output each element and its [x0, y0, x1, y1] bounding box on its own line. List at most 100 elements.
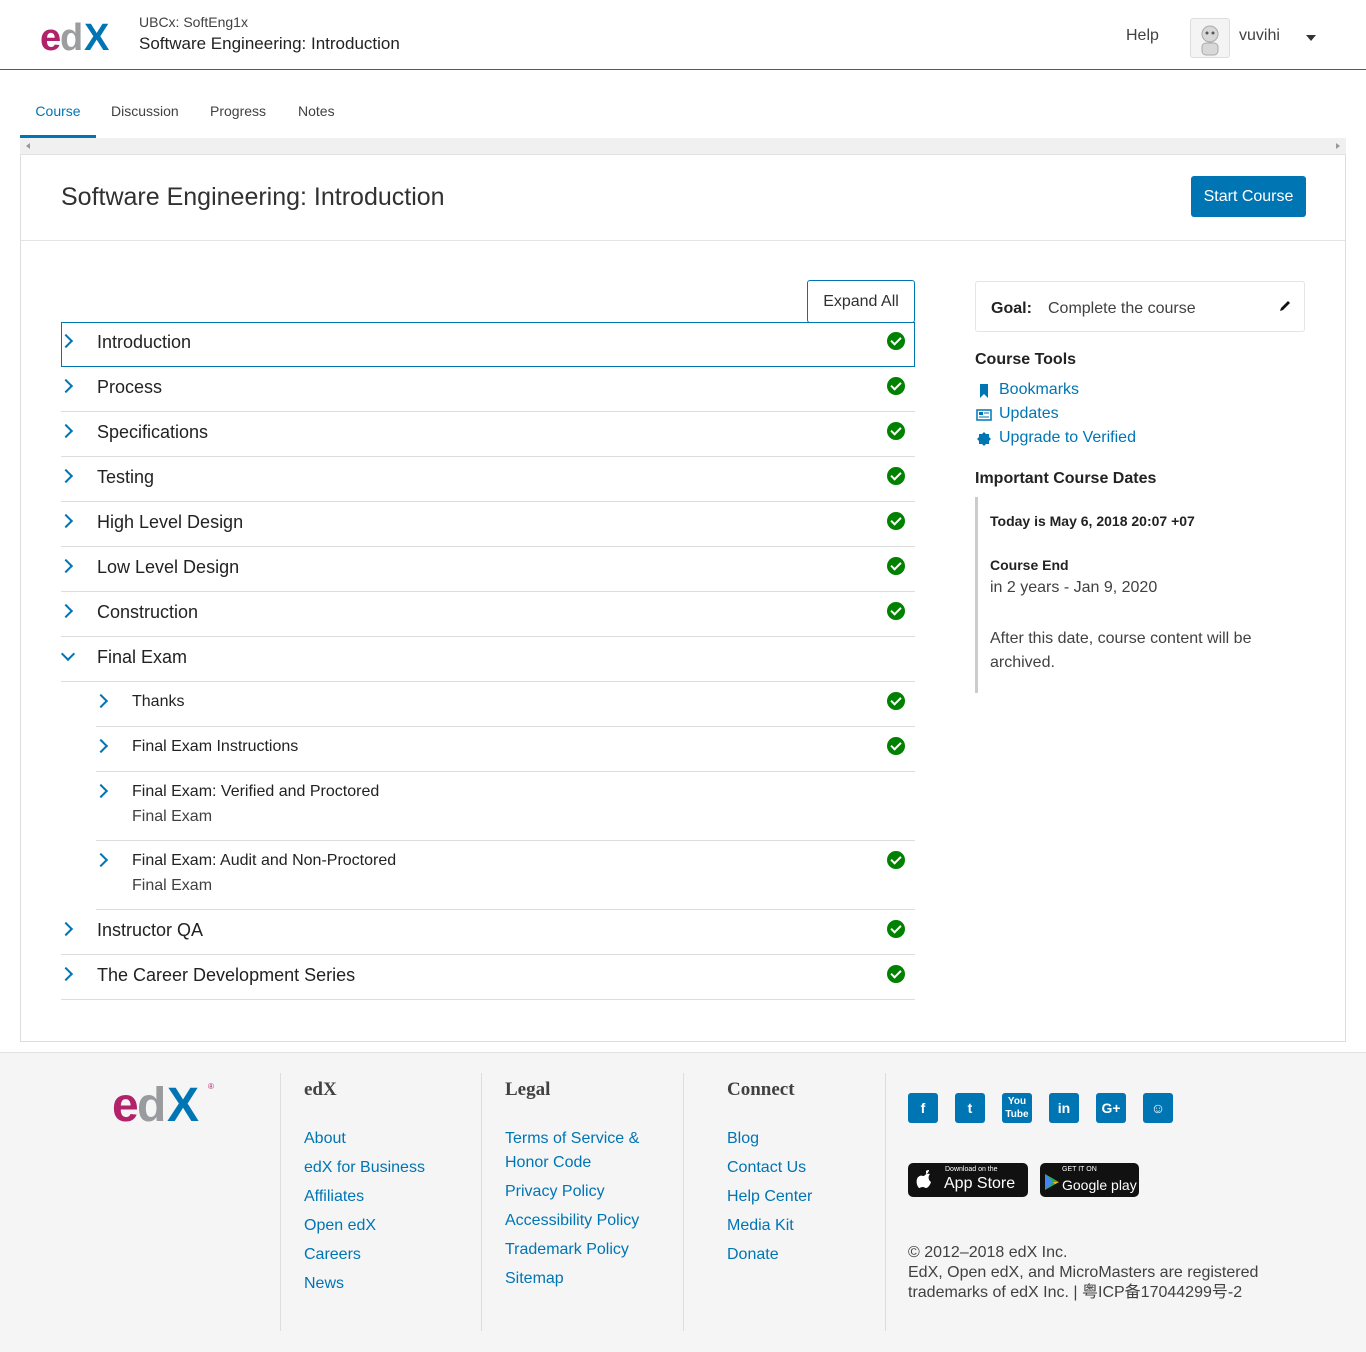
scroll-right-icon[interactable]: [1336, 143, 1340, 149]
footer-link-about[interactable]: About: [304, 1127, 346, 1151]
google-play-badge[interactable]: GET IT ON Google play: [1040, 1163, 1139, 1197]
username[interactable]: vuvihi: [1239, 27, 1280, 45]
upgrade-link[interactable]: Upgrade to Verified: [999, 429, 1136, 447]
outline-section-expanded[interactable]: Final Exam: [60, 637, 915, 682]
footer-edx-heading: edX: [304, 1079, 337, 1100]
avatar[interactable]: [1190, 18, 1230, 58]
course-outline: Introduction Process Specifications Test…: [58, 322, 915, 1000]
chevron-right-icon[interactable]: [58, 468, 74, 484]
start-course-button[interactable]: Start Course: [1191, 176, 1306, 217]
outline-section[interactable]: Construction: [58, 592, 915, 637]
youtube-icon[interactable]: You Tube: [1002, 1093, 1032, 1123]
pencil-icon[interactable]: [1278, 299, 1292, 313]
tab-notes[interactable]: Notes: [298, 90, 335, 138]
site-footer: e d X ® edX About edX for Business Affil…: [0, 1052, 1366, 1352]
footer-link-honor-code[interactable]: Honor Code: [505, 1151, 591, 1175]
outline-subsection[interactable]: Final Exam: Audit and Non-Proctored Fina…: [93, 841, 915, 910]
chevron-right-icon[interactable]: [58, 378, 74, 394]
goal-value: Complete the course: [1048, 300, 1196, 317]
outline-subsection[interactable]: Thanks: [93, 682, 915, 727]
section-label[interactable]: Testing: [97, 467, 154, 488]
twitter-icon[interactable]: t: [955, 1093, 985, 1123]
chevron-right-icon[interactable]: [58, 603, 74, 619]
app-store-badge[interactable]: Download on the App Store: [908, 1163, 1028, 1197]
linkedin-icon[interactable]: in: [1049, 1093, 1079, 1123]
footer-link-donate[interactable]: Donate: [727, 1243, 779, 1267]
chevron-right-icon[interactable]: [58, 966, 74, 982]
footer-link-affiliates[interactable]: Affiliates: [304, 1185, 364, 1209]
check-circle-icon: [887, 851, 905, 869]
updates-link[interactable]: Updates: [999, 405, 1059, 423]
help-link[interactable]: Help: [1126, 27, 1159, 45]
svg-text:e: e: [40, 17, 61, 54]
footer-divider: [280, 1073, 281, 1331]
footer-link-careers[interactable]: Careers: [304, 1243, 361, 1267]
check-circle-icon: [887, 377, 905, 395]
google-plus-icon[interactable]: G+: [1096, 1093, 1126, 1123]
footer-link-contact[interactable]: Contact Us: [727, 1156, 806, 1180]
section-label[interactable]: Introduction: [97, 332, 191, 353]
footer-link-sitemap[interactable]: Sitemap: [505, 1267, 564, 1291]
chevron-right-icon[interactable]: [93, 783, 109, 799]
section-label[interactable]: Construction: [97, 602, 198, 623]
edx-logo[interactable]: e d X: [40, 14, 120, 54]
section-label[interactable]: Final Exam: [97, 647, 187, 668]
chevron-right-icon[interactable]: [58, 921, 74, 937]
footer-link-accessibility[interactable]: Accessibility Policy: [505, 1209, 639, 1233]
scroll-left-icon[interactable]: [26, 143, 30, 149]
outline-section[interactable]: Process: [58, 367, 915, 412]
svg-text:d: d: [137, 1079, 166, 1127]
footer-link-trademark[interactable]: Trademark Policy: [505, 1238, 629, 1262]
outline-section[interactable]: Introduction: [58, 322, 915, 367]
chevron-right-icon[interactable]: [93, 852, 109, 868]
section-label[interactable]: The Career Development Series: [97, 965, 355, 986]
footer-link-open-edx[interactable]: Open edX: [304, 1214, 376, 1238]
section-label[interactable]: Specifications: [97, 422, 208, 443]
chevron-right-icon[interactable]: [58, 423, 74, 439]
section-label[interactable]: High Level Design: [97, 512, 243, 533]
reddit-icon[interactable]: ☺: [1143, 1093, 1173, 1123]
outline-section[interactable]: Low Level Design: [58, 547, 915, 592]
edx-footer-logo[interactable]: e d X ®: [112, 1079, 218, 1127]
facebook-icon[interactable]: f: [908, 1093, 938, 1123]
outline-section[interactable]: High Level Design: [58, 502, 915, 547]
footer-link-news[interactable]: News: [304, 1272, 344, 1296]
section-label[interactable]: Low Level Design: [97, 557, 239, 578]
section-label[interactable]: Instructor QA: [97, 920, 203, 941]
tab-progress[interactable]: Progress: [210, 90, 266, 138]
footer-link-privacy[interactable]: Privacy Policy: [505, 1180, 605, 1204]
check-circle-icon: [887, 332, 905, 350]
subsection-label[interactable]: Final Exam: Audit and Non-Proctored: [132, 852, 396, 870]
outline-subsection[interactable]: Final Exam: Verified and Proctored Final…: [93, 772, 915, 841]
chevron-right-icon[interactable]: [58, 513, 74, 529]
footer-link-tos[interactable]: Terms of Service &: [505, 1127, 639, 1151]
bookmark-icon: [980, 384, 988, 398]
copyright: © 2012–2018 edX Inc. EdX, Open edX, and …: [908, 1243, 1328, 1303]
footer-link-media-kit[interactable]: Media Kit: [727, 1214, 794, 1238]
tab-course[interactable]: Course: [20, 90, 96, 138]
course-title: Software Engineering: Introduction: [139, 34, 400, 53]
section-label[interactable]: Process: [97, 377, 162, 398]
chevron-right-icon[interactable]: [93, 738, 109, 754]
chevron-down-icon[interactable]: [1306, 35, 1316, 41]
chevron-right-icon[interactable]: [58, 333, 74, 349]
footer-link-business[interactable]: edX for Business: [304, 1156, 425, 1180]
outline-section[interactable]: Specifications: [58, 412, 915, 457]
outline-section[interactable]: Instructor QA: [58, 910, 915, 955]
footer-link-help-center[interactable]: Help Center: [727, 1185, 812, 1209]
bookmarks-link[interactable]: Bookmarks: [999, 381, 1079, 399]
subsection-label[interactable]: Final Exam Instructions: [132, 738, 298, 756]
footer-divider: [481, 1073, 482, 1331]
horizontal-scrollbar[interactable]: [20, 138, 1346, 155]
outline-section[interactable]: Testing: [58, 457, 915, 502]
chevron-down-icon[interactable]: [60, 646, 76, 662]
outline-subsection[interactable]: Final Exam Instructions: [93, 727, 915, 772]
tab-discussion[interactable]: Discussion: [111, 90, 179, 138]
outline-section[interactable]: The Career Development Series: [58, 955, 915, 1000]
chevron-right-icon[interactable]: [93, 693, 109, 709]
expand-all-button[interactable]: Expand All: [807, 280, 915, 323]
footer-link-blog[interactable]: Blog: [727, 1127, 759, 1151]
subsection-label[interactable]: Final Exam: Verified and Proctored: [132, 783, 379, 801]
chevron-right-icon[interactable]: [58, 558, 74, 574]
subsection-label[interactable]: Thanks: [132, 693, 184, 711]
